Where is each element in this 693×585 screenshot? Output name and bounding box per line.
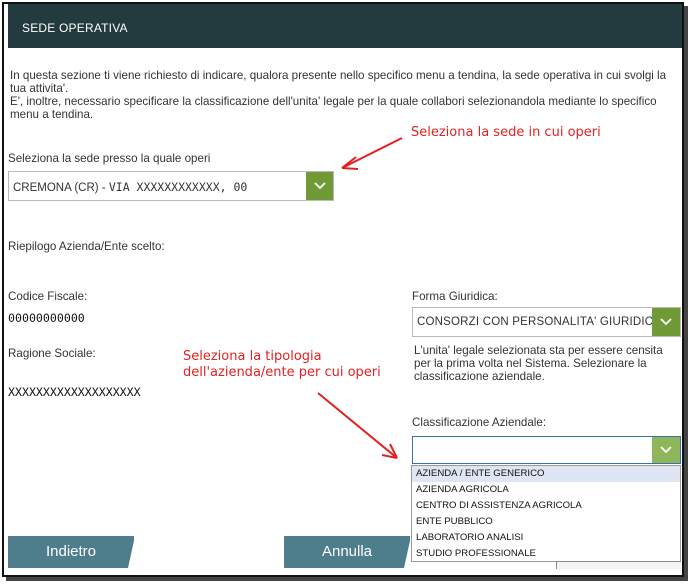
forma-giuridica-select[interactable]: CONSORZI CON PERSONALITA' GIURIDICA [412, 307, 681, 337]
option-laboratorio-analisi[interactable]: Laboratorio analisi [412, 530, 680, 546]
intro-line-2: E', inoltre, necessario specificare la c… [10, 95, 657, 121]
chevron-down-icon [313, 182, 326, 190]
chevron-down-icon [660, 318, 672, 326]
chevron-down-icon [660, 446, 672, 454]
codice-fiscale-value: 00000000000 [8, 311, 85, 325]
annotation-sede: Seleziona la sede in cui operi [411, 125, 601, 140]
classificazione-note: L'unita' legale selezionata sta per esse… [414, 344, 663, 383]
section-title: SEDE OPERATIVA [22, 21, 128, 35]
option-ente-pubblico[interactable]: Ente pubblico [412, 514, 680, 530]
codice-fiscale-label: Codice Fiscale: [8, 290, 88, 303]
classificazione-select[interactable] [412, 436, 681, 464]
sede-select-value: CREMONA (CR) - VIA XXXXXXXXXXXX, 00 [13, 180, 247, 194]
forma-giuridica-value: CONSORZI CON PERSONALITA' GIURIDICA [417, 316, 662, 328]
section-header: SEDE OPERATIVA [8, 4, 682, 48]
ragione-sociale-value: XXXXXXXXXXXXXXXXXXX [8, 385, 141, 399]
option-azienda-ente-generico[interactable]: Azienda / Ente generico [412, 466, 680, 482]
classificazione-label: Classificazione Aziendale: [412, 416, 547, 429]
sede-dropdown-toggle[interactable] [306, 172, 333, 200]
sede-select[interactable]: CREMONA (CR) - VIA XXXXXXXXXXXX, 00 [8, 171, 334, 201]
sede-label: Seleziona la sede presso la quale operi [8, 152, 211, 165]
back-button[interactable]: Indietro [8, 536, 135, 568]
intro-text: In questa sezione ti viene richiesto di … [10, 69, 680, 121]
annotation-tipologia: Seleziona la tipologia dell'azienda/ente… [183, 349, 381, 380]
classificazione-options-list: Azienda / Ente generico Azienda agricola… [411, 465, 681, 562]
option-centro-assistenza-agricola[interactable]: Centro di assistenza agricola [412, 498, 680, 514]
intro-line-1: In questa sezione ti viene richiesto di … [10, 69, 667, 95]
forma-giuridica-dropdown-toggle[interactable] [652, 308, 680, 336]
app-window: SEDE OPERATIVA In questa sezione ti vien… [2, 2, 684, 577]
next-button[interactable] [556, 561, 681, 569]
classificazione-dropdown-toggle[interactable] [652, 437, 680, 463]
option-studio-professionale[interactable]: Studio professionale [412, 546, 680, 562]
sede-city: CREMONA (CR) - [13, 182, 109, 194]
ragione-sociale-label: Ragione Sociale: [8, 347, 96, 360]
option-azienda-agricola[interactable]: Azienda agricola [412, 482, 680, 498]
cancel-button[interactable]: Annulla [284, 536, 411, 568]
riepilogo-title: Riepilogo Azienda/Ente scelto: [8, 240, 165, 253]
forma-giuridica-label: Forma Giuridica: [412, 290, 498, 303]
sede-address: VIA XXXXXXXXXXXX, 00 [108, 180, 248, 194]
